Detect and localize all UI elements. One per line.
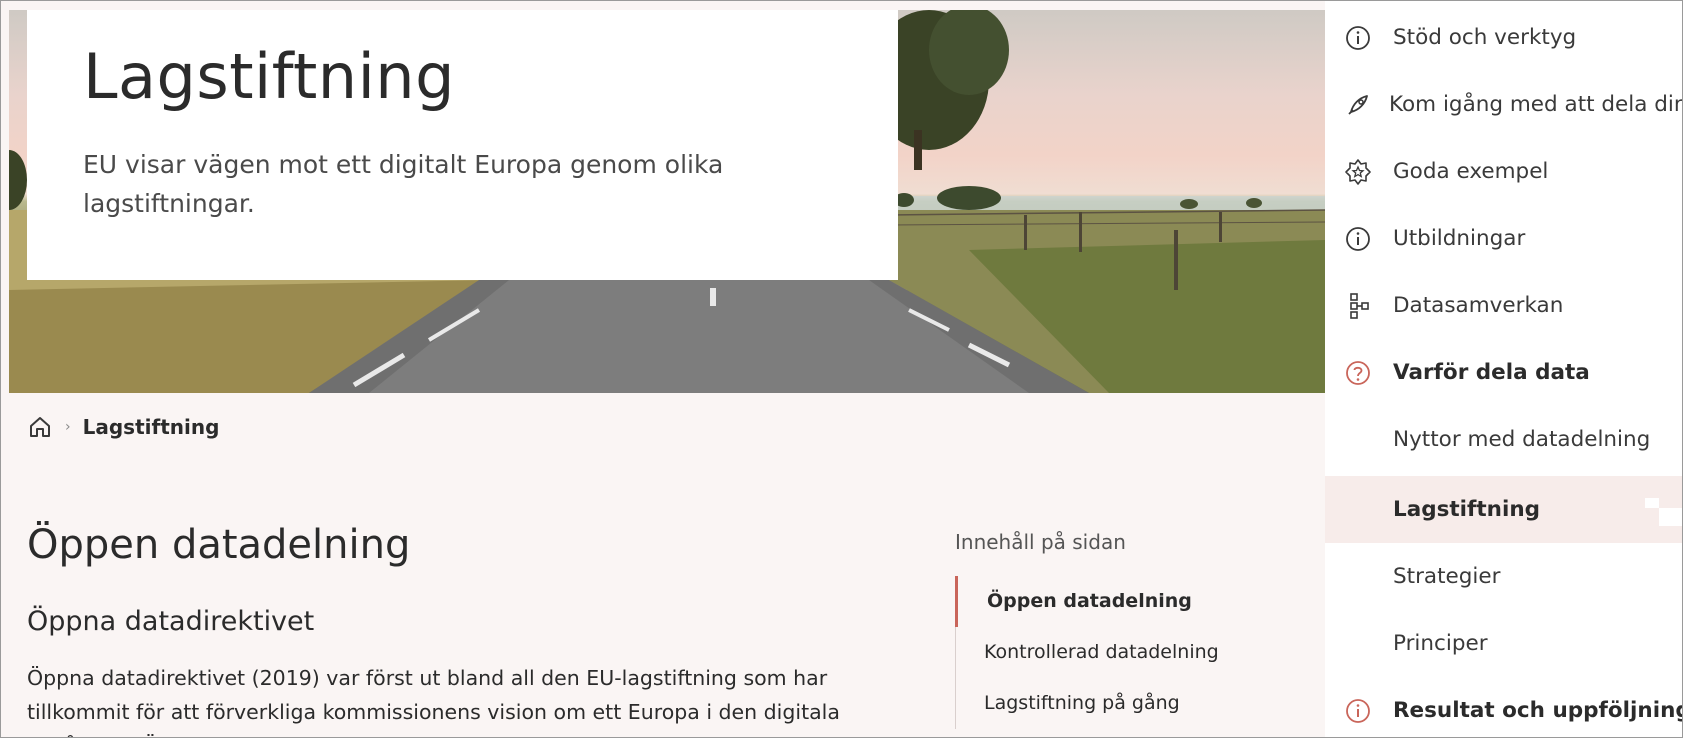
hero-card: Lagstiftning EU visar vägen mot ett digi… (27, 10, 898, 280)
nav-item-label: Principer (1393, 631, 1488, 656)
nav-item-principer[interactable]: Principer (1325, 610, 1683, 677)
side-navigation: Stöd och verktyg Kom igång med att dela … (1325, 0, 1683, 738)
hero-description: EU visar vägen mot ett digitalt Europa g… (83, 150, 724, 218)
breadcrumb-separator: › (65, 419, 71, 435)
toc-item-oppen-datadelning[interactable]: Öppen datadelning (955, 576, 1286, 627)
nav-item-goda-exempel[interactable]: Goda exempel (1325, 138, 1683, 205)
nav-item-label: Goda exempel (1393, 159, 1549, 184)
table-of-contents: Öppen datadelning Kontrollerad datadelni… (955, 576, 1286, 729)
nav-item-label: Utbildningar (1393, 226, 1526, 251)
nav-item-varfor-dela-data[interactable]: Varför dela data (1325, 339, 1683, 406)
toc-item-lagstiftning-pa-gang[interactable]: Lagstiftning på gång (956, 678, 1286, 729)
info-circle-icon (1344, 24, 1372, 52)
home-icon[interactable] (27, 414, 53, 440)
page-title: Öppen datadelning (27, 522, 411, 568)
breadcrumb: › Lagstiftning (27, 412, 219, 442)
article-body: Öppna datadirektivet (2019) var först ut… (27, 666, 843, 738)
info-circle-icon (1344, 225, 1372, 253)
hierarchy-icon (1344, 292, 1372, 320)
nav-item-label: Stöd och verktyg (1393, 25, 1577, 50)
toc-item-kontrollerad-datadelning[interactable]: Kontrollerad datadelning (956, 627, 1286, 678)
nav-item-resultat-och-uppfoljning[interactable]: Resultat och uppföljning (1325, 677, 1683, 738)
nav-item-label: Kom igång med att dela din data (1389, 92, 1683, 117)
star-badge-icon (1344, 158, 1372, 186)
nav-item-kom-igang[interactable]: Kom igång med att dela din data (1325, 71, 1683, 138)
rocket-icon (1344, 91, 1372, 119)
nav-item-utbildningar[interactable]: Utbildningar (1325, 205, 1683, 272)
hero-banner: Lagstiftning EU visar vägen mot ett digi… (9, 10, 1325, 393)
nav-item-lagstiftning[interactable]: Lagstiftning (1325, 476, 1683, 543)
nav-item-datasamverkan[interactable]: Datasamverkan (1325, 272, 1683, 339)
nav-item-label: Lagstiftning (1393, 497, 1541, 522)
nav-item-label: Datasamverkan (1393, 293, 1564, 318)
nav-item-label: Nyttor med datadelning (1393, 427, 1651, 452)
nav-item-label: Strategier (1393, 564, 1501, 589)
section-title: Öppna datadirektivet (27, 606, 315, 637)
nav-item-label: Varför dela data (1393, 360, 1590, 385)
nav-item-strategier[interactable]: Strategier (1325, 543, 1683, 610)
selection-decoration (1645, 498, 1683, 526)
toc-heading: Innehåll på sidan (955, 530, 1126, 554)
nav-item-label: Resultat och uppföljning (1393, 698, 1683, 723)
info-circle-icon (1344, 697, 1372, 725)
question-circle-icon (1344, 359, 1372, 387)
nav-item-stod-och-verktyg[interactable]: Stöd och verktyg (1325, 4, 1683, 71)
hero-title: Lagstiftning (83, 40, 455, 113)
main-area: Lagstiftning EU visar vägen mot ett digi… (9, 10, 1325, 738)
nav-item-nyttor-med-datadelning[interactable]: Nyttor med datadelning (1325, 406, 1683, 473)
breadcrumb-current: Lagstiftning (82, 415, 220, 439)
